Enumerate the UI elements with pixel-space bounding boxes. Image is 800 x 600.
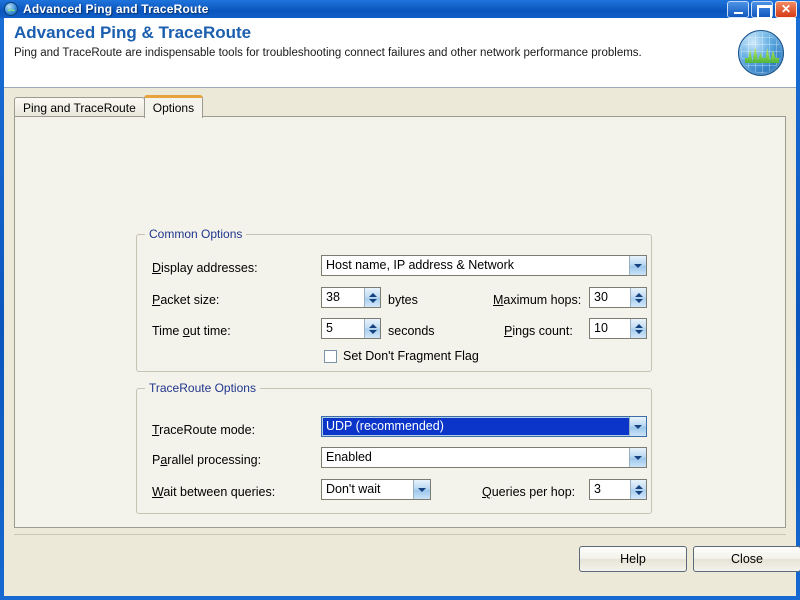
chevron-up-icon [634, 292, 643, 297]
queries-per-hop-label-text: ueries per hop: [491, 485, 576, 499]
packet-size-spin-buttons[interactable] [364, 288, 380, 307]
chevron-down-icon [634, 329, 643, 334]
minimize-button[interactable] [727, 0, 749, 18]
traceroute-mode-combo[interactable]: UDP (recommended) [321, 416, 647, 437]
wait-between-queries-label: Wait between queries: [152, 484, 275, 500]
close-window-button[interactable]: ✕ [775, 0, 797, 18]
title-bar: Advanced Ping and TraceRoute ✕ [0, 0, 800, 19]
set-dont-fragment-flag-checkbox[interactable]: Set Don't Fragment Flag [324, 349, 479, 363]
header-banner: Advanced Ping & TraceRoute Ping and Trac… [4, 18, 796, 88]
maximum-hops-label-text: aximum hops: [503, 293, 582, 307]
chevron-down-icon [368, 298, 377, 303]
traceroute-mode-value: UDP (recommended) [323, 418, 629, 435]
chevron-down-icon[interactable] [629, 448, 646, 467]
close-button[interactable]: Close [693, 546, 800, 572]
chevron-up-icon [368, 292, 377, 297]
maximum-hops-stepper[interactable]: 30 [589, 287, 647, 308]
pings-count-stepper[interactable]: 10 [589, 318, 647, 339]
app-globe-pulse-icon [4, 2, 18, 16]
packet-size-label: Packet size: [152, 292, 219, 308]
chevron-glyph [418, 487, 426, 492]
wait-between-queries-label-text: ait between queries: [163, 485, 276, 499]
time-out-time-label-post: ut time: [189, 324, 231, 338]
window-controls: ✕ [727, 0, 797, 19]
time-out-time-stepper[interactable]: 5 [321, 318, 381, 339]
common-options-legend: Common Options [145, 227, 247, 241]
tab-ping-and-traceroute[interactable]: Ping and TraceRoute [14, 97, 145, 117]
pings-count-spin-buttons[interactable] [630, 319, 646, 338]
tab-strip: Ping and TraceRoute Options [14, 95, 204, 118]
maximize-button[interactable] [751, 0, 773, 19]
parallel-processing-value: Enabled [326, 450, 372, 464]
wait-between-queries-value: Don't wait [326, 482, 381, 496]
chevron-down-icon [634, 298, 643, 303]
display-addresses-label: Display addresses: [152, 260, 258, 276]
queries-per-hop-stepper[interactable]: 3 [589, 479, 647, 500]
client-area: Ping and TraceRoute Options Common Optio… [4, 88, 800, 596]
accel-o: o [182, 324, 190, 338]
tab-options[interactable]: Options [143, 95, 204, 118]
chevron-down-icon [368, 329, 377, 334]
tab-label: Ping and TraceRoute [23, 100, 136, 115]
chevron-down-icon[interactable] [413, 480, 430, 499]
tab-label: Options [152, 101, 195, 115]
parallel-processing-label: Parallel processing: [152, 452, 261, 468]
parallel-processing-label-post: rallel processing: [167, 453, 262, 467]
packet-size-stepper[interactable]: 38 [321, 287, 381, 308]
page-description: Ping and TraceRoute are indispensable to… [14, 47, 642, 59]
time-out-time-label-pre: Time [152, 324, 183, 338]
maximum-hops-label: Maximum hops: [493, 292, 581, 308]
help-button[interactable]: Help [579, 546, 687, 572]
chevron-up-icon [634, 484, 643, 489]
packet-size-unit: bytes [388, 293, 418, 307]
accel-w: W [152, 485, 164, 499]
page-title: Advanced Ping & TraceRoute [14, 23, 252, 42]
close-icon: ✕ [780, 1, 792, 16]
display-addresses-label-text: isplay addresses: [161, 261, 258, 275]
chevron-down-icon[interactable] [629, 256, 646, 275]
packet-size-label-text: acket size: [160, 293, 220, 307]
time-out-time-value: 5 [326, 321, 333, 335]
chevron-glyph [634, 424, 642, 429]
dialog-button-bar: Help Close [14, 534, 800, 586]
chevron-glyph [634, 263, 642, 268]
traceroute-options-legend: TraceRoute Options [145, 381, 260, 395]
accel-m: M [493, 293, 504, 307]
display-addresses-combo[interactable]: Host name, IP address & Network [321, 255, 647, 276]
traceroute-mode-label: TraceRoute mode: [152, 422, 255, 438]
time-out-time-unit: seconds [388, 324, 435, 338]
time-out-time-spin-buttons[interactable] [364, 319, 380, 338]
maximum-hops-value: 30 [594, 290, 608, 304]
chevron-up-icon [368, 323, 377, 328]
chevron-glyph [634, 455, 642, 460]
queries-per-hop-value: 3 [594, 482, 601, 496]
queries-per-hop-spin-buttons[interactable] [630, 480, 646, 499]
chevron-up-icon [634, 323, 643, 328]
pings-count-value: 10 [594, 321, 608, 335]
logo-grid [741, 33, 781, 73]
parallel-processing-combo[interactable]: Enabled [321, 447, 647, 468]
pings-count-label: Pings count: [504, 323, 573, 339]
accel-d: D [152, 261, 162, 275]
packet-size-value: 38 [326, 290, 340, 304]
accel-q: Q [482, 485, 492, 499]
chevron-down-icon [634, 490, 643, 495]
chevron-down-icon[interactable] [629, 417, 646, 436]
traceroute-mode-label-text: raceRoute mode: [159, 423, 256, 437]
time-out-time-label: Time out time: [152, 323, 231, 339]
application-window: Advanced Ping and TraceRoute ✕ Advanced … [0, 0, 800, 600]
help-button-label: Help [620, 552, 646, 566]
close-button-label: Close [731, 552, 763, 566]
pings-count-label-text: ings count: [512, 324, 573, 338]
wait-between-queries-combo[interactable]: Don't wait [321, 479, 431, 500]
set-dont-fragment-flag-label: Set Don't Fragment Flag [343, 349, 479, 363]
maximum-hops-spin-buttons[interactable] [630, 288, 646, 307]
checkbox-box-icon[interactable] [324, 349, 337, 363]
display-addresses-value: Host name, IP address & Network [326, 258, 515, 272]
window-title: Advanced Ping and TraceRoute [23, 2, 209, 16]
queries-per-hop-label: Queries per hop: [482, 484, 575, 500]
globe-pulse-logo-icon [738, 30, 784, 76]
